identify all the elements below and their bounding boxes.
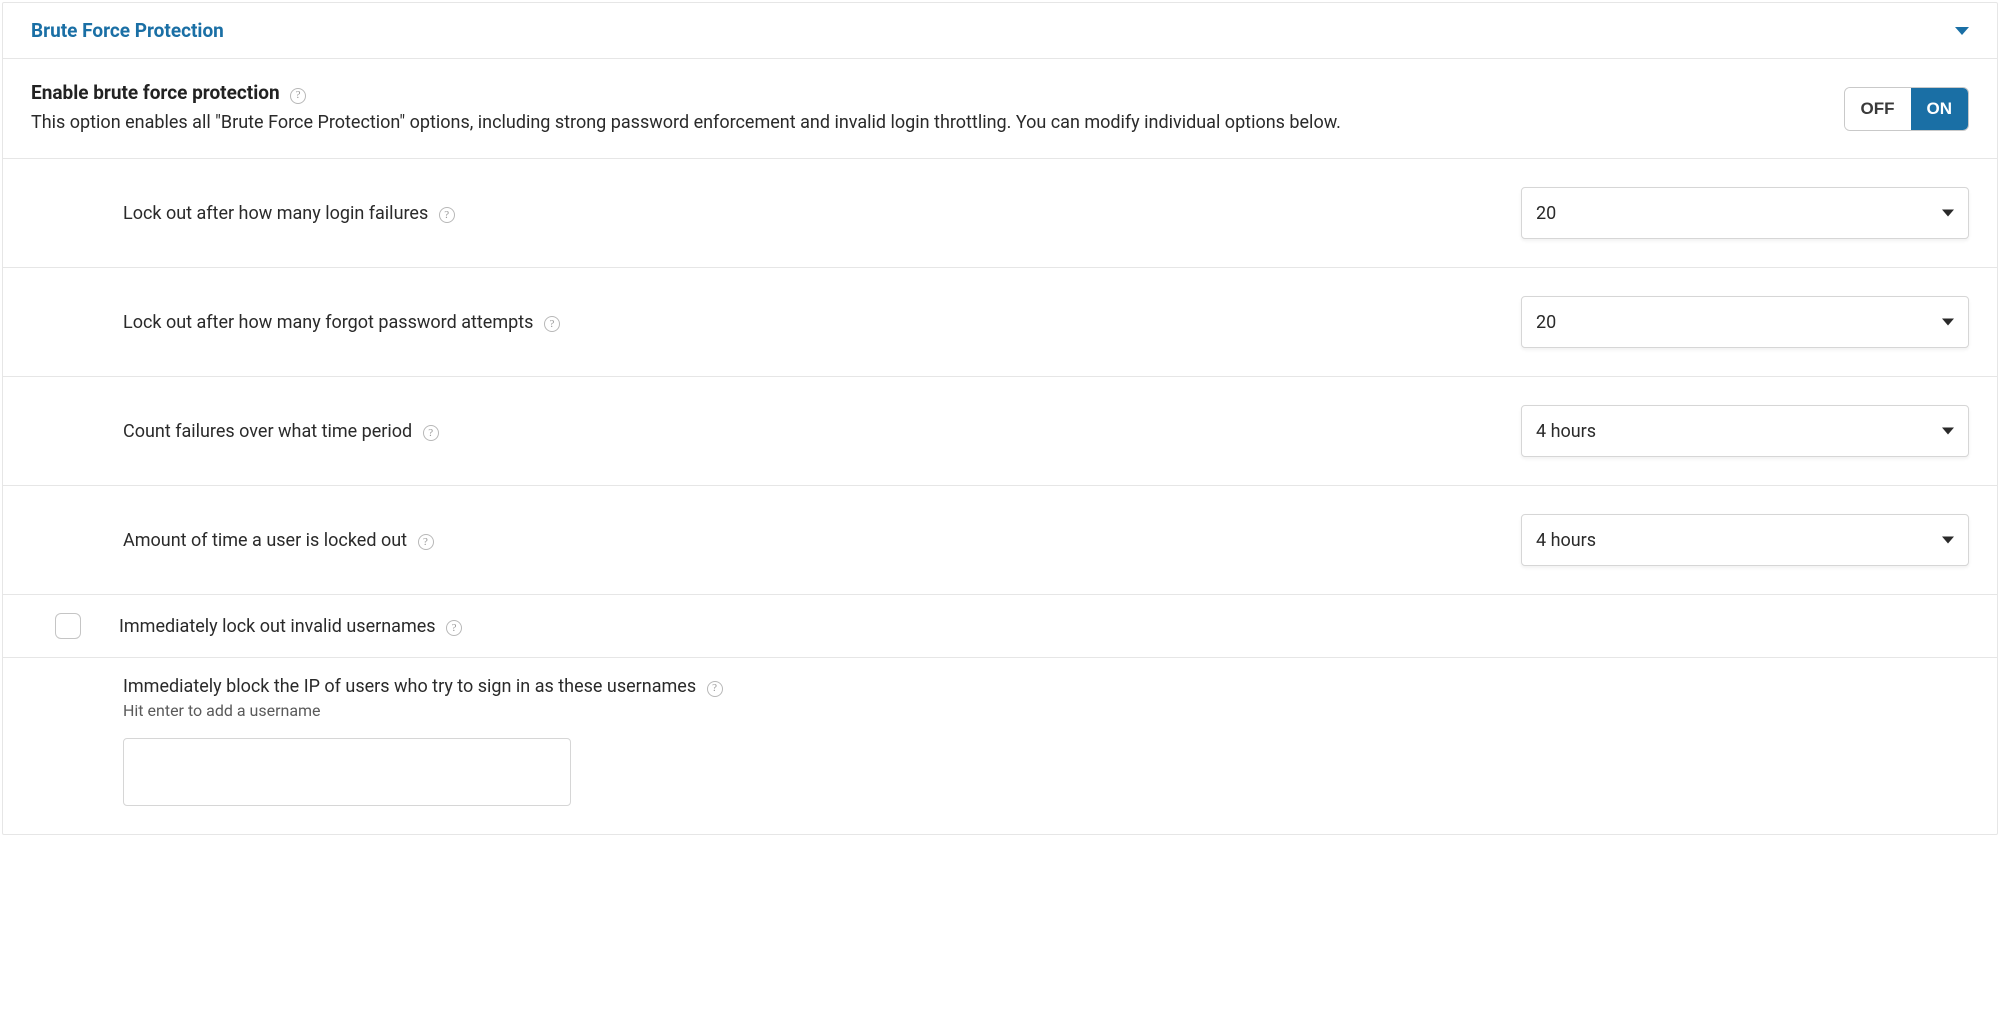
help-icon[interactable]: ? [446,620,462,636]
help-icon[interactable]: ? [423,425,439,441]
collapse-icon [1955,27,1969,35]
enable-row: Enable brute force protection ? This opt… [3,59,1997,159]
toggle-off-button[interactable]: OFF [1845,88,1911,130]
enable-text: Enable brute force protection ? This opt… [31,81,1844,136]
help-icon[interactable]: ? [439,207,455,223]
lockout-time-select[interactable]: 4 hours [1521,514,1969,566]
lockout-time-value: 4 hours [1536,530,1596,551]
lock-invalid-checkbox[interactable] [55,613,81,639]
lockout-time-label: Amount of time a user is locked out ? [123,530,434,551]
forgot-attempts-value: 20 [1536,312,1556,333]
enable-title: Enable brute force protection [31,81,280,104]
panel-title: Brute Force Protection [31,19,224,42]
login-failures-select[interactable]: 20 [1521,187,1969,239]
enable-description: This option enables all "Brute Force Pro… [31,110,1824,136]
block-ip-input[interactable] [123,738,571,806]
login-failures-value: 20 [1536,203,1556,224]
forgot-attempts-row: Lock out after how many forgot password … [3,268,1997,377]
panel-header[interactable]: Brute Force Protection [3,3,1997,59]
toggle-on-button[interactable]: ON [1911,88,1969,130]
count-period-row: Count failures over what time period ? 4… [3,377,1997,486]
brute-force-panel: Brute Force Protection Enable brute forc… [2,2,1998,835]
chevron-down-icon [1942,210,1954,217]
help-icon[interactable]: ? [418,534,434,550]
help-icon[interactable]: ? [707,681,723,697]
lock-invalid-label: Immediately lock out invalid usernames ? [119,616,462,637]
block-ip-row: Immediately block the IP of users who tr… [3,658,1997,834]
count-period-value: 4 hours [1536,421,1596,442]
login-failures-label: Lock out after how many login failures ? [123,203,455,224]
lockout-time-row: Amount of time a user is locked out ? 4 … [3,486,1997,595]
count-period-label: Count failures over what time period ? [123,421,439,442]
forgot-attempts-select[interactable]: 20 [1521,296,1969,348]
enable-toggle[interactable]: OFF ON [1844,87,1970,131]
help-icon[interactable]: ? [544,316,560,332]
login-failures-row: Lock out after how many login failures ?… [3,159,1997,268]
chevron-down-icon [1942,428,1954,435]
chevron-down-icon [1942,537,1954,544]
block-ip-label: Immediately block the IP of users who tr… [123,676,723,697]
block-ip-hint: Hit enter to add a username [123,701,321,720]
chevron-down-icon [1942,319,1954,326]
forgot-attempts-label: Lock out after how many forgot password … [123,312,560,333]
help-icon[interactable]: ? [290,88,306,104]
lock-invalid-row: Immediately lock out invalid usernames ? [3,595,1997,658]
count-period-select[interactable]: 4 hours [1521,405,1969,457]
